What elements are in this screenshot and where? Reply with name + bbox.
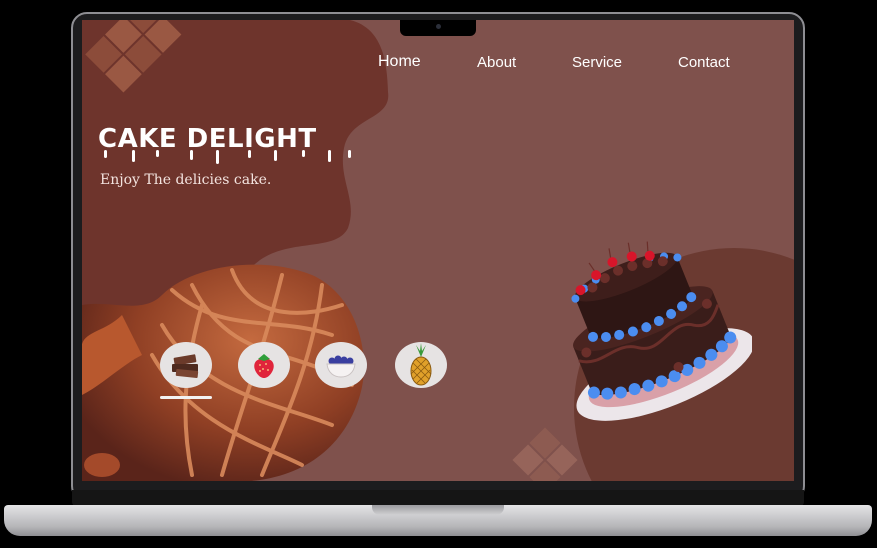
hero-subtitle: Enjoy The delicies cake. xyxy=(100,172,272,188)
nav-home-link[interactable]: Home xyxy=(378,53,421,71)
flavor-thumbnails xyxy=(160,342,460,402)
laptop-bezel xyxy=(72,490,804,506)
nav-contact-link[interactable]: Contact xyxy=(678,54,730,71)
chocolate-icon xyxy=(172,354,199,379)
website-screen: Home About Service Contact CAKE DELIGHT … xyxy=(82,20,794,481)
blueberry-bowl-icon xyxy=(326,355,356,378)
main-nav: Home About Service Contact xyxy=(82,53,794,78)
nav-about-link[interactable]: About xyxy=(477,54,516,71)
drip-decoration xyxy=(104,150,351,164)
selected-indicator xyxy=(160,396,212,399)
camera-notch xyxy=(400,20,476,36)
cake-image xyxy=(571,241,752,421)
camera-icon xyxy=(436,24,441,29)
thumbnail-chocolate[interactable] xyxy=(160,342,212,388)
laptop-opening-groove xyxy=(372,505,504,515)
pineapple-icon xyxy=(410,343,432,386)
thumbnail-blueberry[interactable] xyxy=(315,342,367,388)
thumbnail-pineapple[interactable] xyxy=(395,342,447,388)
nav-service-link[interactable]: Service xyxy=(572,54,622,71)
thumbnail-strawberry[interactable] xyxy=(238,342,290,388)
strawberry-icon xyxy=(254,354,274,378)
laptop-base xyxy=(4,505,872,536)
